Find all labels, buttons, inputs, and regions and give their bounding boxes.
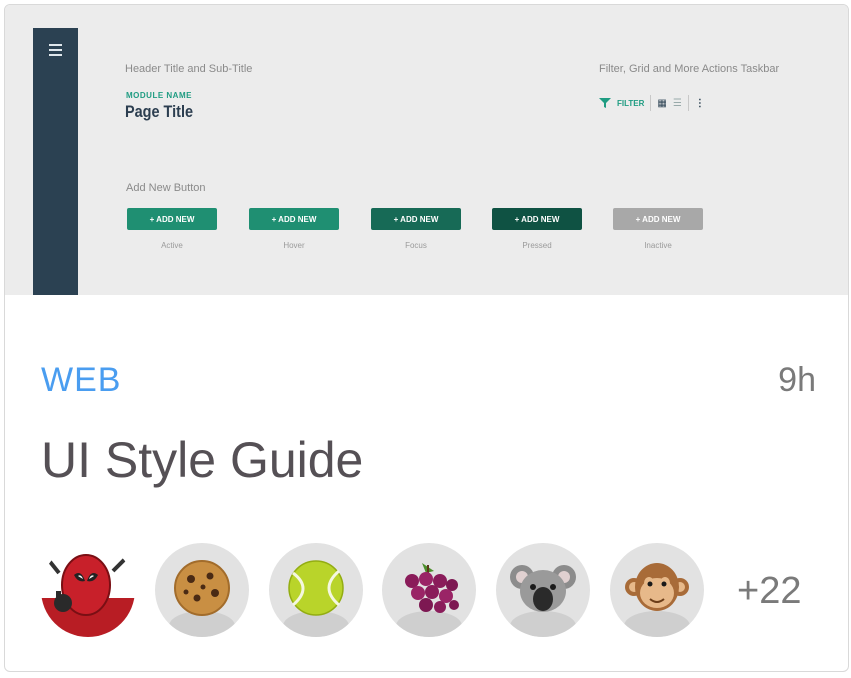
filter-icon [599,98,611,108]
add-new-caption: Add New Button [126,182,206,194]
monkey-avatar[interactable] [610,543,704,637]
more-actions-icon: ⋮ [694,97,705,109]
koala-icon [510,565,576,612]
button-caption: Inactive [644,241,672,250]
button-caption: Active [161,241,183,250]
filter-label: FILTER [617,98,645,108]
preview-thumbnail[interactable]: Header Title and Sub-Title MODULE NAME P… [5,5,848,295]
add-new-button-inactive: + ADD NEW [613,208,703,230]
add-new-button-hover: + ADD NEW [249,208,339,230]
card-title[interactable]: UI Style Guide [41,431,363,489]
grapes-avatar[interactable] [382,543,476,637]
grid-icon: ▦ [657,97,667,109]
cookie-avatar[interactable] [155,543,249,637]
taskbar: FILTER ▦ ☰ ⋮ [599,95,705,111]
page-title: Page Title [125,102,193,121]
time-ago: 9h [778,361,816,399]
header-caption: Header Title and Sub-Title [125,63,253,75]
module-name: MODULE NAME [126,91,192,100]
button-caption: Hover [283,241,305,250]
tennis-ball-avatar[interactable] [269,543,363,637]
add-new-button-pressed: + ADD NEW [492,208,582,230]
taskbar-caption: Filter, Grid and More Actions Taskbar [599,63,780,75]
divider [687,95,689,111]
button-caption: Pressed [522,241,552,250]
monkey-icon [625,563,689,611]
tennis-ball-icon [288,560,344,616]
preview-sidebar [33,28,78,295]
category-label[interactable]: WEB [41,361,121,400]
divider [650,95,652,111]
project-card[interactable]: Header Title and Sub-Title MODULE NAME P… [4,4,849,672]
deadpool-avatar[interactable] [41,543,135,637]
grapes-icon [405,563,459,613]
more-members-count[interactable]: +22 [737,570,801,613]
add-new-button-focus: + ADD NEW [371,208,461,230]
koala-avatar[interactable] [496,543,590,637]
list-icon: ☰ [672,97,682,109]
deadpool-icon [41,547,135,637]
add-new-button-active: + ADD NEW [127,208,217,230]
hamburger-menu-icon [49,44,62,56]
cookie-icon [174,560,230,616]
button-caption: Focus [405,241,427,250]
